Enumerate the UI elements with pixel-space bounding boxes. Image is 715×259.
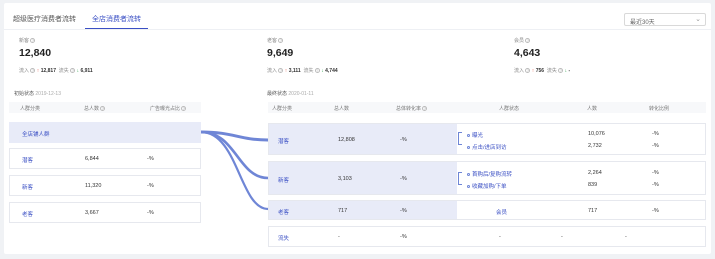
result-group-new: 新客 3,103 -% 首购后/复购流转 2,264 -% 收藏加购/下单 83… bbox=[268, 161, 706, 195]
result-group-lost: 流失 - -% - - - bbox=[268, 226, 706, 247]
status-pct: -% bbox=[652, 182, 659, 188]
status-dot-icon bbox=[467, 133, 470, 137]
col-header: 转化比例 bbox=[649, 106, 670, 112]
group-pct: -% bbox=[400, 234, 407, 240]
group-name[interactable]: 潜客 bbox=[278, 137, 289, 145]
status-pct: - bbox=[625, 234, 627, 240]
flow-line-old bbox=[200, 130, 269, 211]
group-highlight bbox=[269, 124, 457, 154]
status-pct: -% bbox=[652, 131, 659, 137]
status-item[interactable]: 收藏加购/下单 bbox=[467, 182, 507, 190]
group-name[interactable]: 新客 bbox=[278, 176, 289, 184]
status-dot-icon bbox=[467, 184, 470, 188]
group-count: 717 bbox=[338, 208, 348, 214]
final-state-date: 最终状态 2020-01-11 bbox=[267, 91, 314, 97]
status-item: - bbox=[499, 234, 501, 240]
group-pct: -% bbox=[400, 137, 407, 143]
result-group-potential: 潜客 12,808 -% 曝光 10,076 -% 点击/进店到访 2,732 … bbox=[268, 123, 706, 155]
col-header: 总体转化率 ? bbox=[396, 106, 428, 112]
help-icon[interactable]: ? bbox=[422, 106, 428, 111]
status-dot-icon bbox=[467, 145, 470, 149]
status-count: 717 bbox=[588, 208, 598, 214]
status-count: 10,076 bbox=[588, 131, 605, 137]
status-pct: -% bbox=[652, 208, 659, 214]
status-item[interactable]: 首购后/复购流转 bbox=[467, 170, 512, 178]
status-bracket bbox=[458, 172, 462, 185]
status-count: - bbox=[561, 234, 563, 240]
col-header: 总人数 bbox=[334, 106, 350, 112]
status-bracket bbox=[458, 132, 462, 145]
status-pct: -% bbox=[652, 170, 659, 176]
status-count: 839 bbox=[588, 182, 598, 188]
col-header: 人群状态 bbox=[499, 106, 520, 112]
group-highlight bbox=[269, 162, 457, 194]
main-panel: 超级医疗消费者流转 全店消费者流转 最近30天 ⌄ 新客 ? 12,840 流入… bbox=[4, 3, 711, 254]
status-dot-icon bbox=[467, 172, 470, 176]
result-group-old: 老客 717 -% 会员 717 -% bbox=[268, 200, 706, 220]
status-count: 2,264 bbox=[588, 170, 602, 176]
group-pct: -% bbox=[400, 176, 407, 182]
group-count: - bbox=[338, 234, 340, 240]
group-count: 3,103 bbox=[338, 176, 352, 182]
status-item[interactable]: 点击/进店到访 bbox=[467, 143, 507, 151]
group-name[interactable]: 流失 bbox=[278, 234, 289, 242]
status-item[interactable]: 曝光 bbox=[467, 131, 483, 139]
status-item[interactable]: 会员 bbox=[496, 208, 507, 216]
group-pct: -% bbox=[400, 208, 407, 214]
status-count: 2,732 bbox=[588, 143, 602, 149]
col-header: 人数 bbox=[587, 106, 598, 112]
status-pct: -% bbox=[652, 143, 659, 149]
group-highlight bbox=[269, 201, 457, 219]
group-name[interactable]: 老客 bbox=[278, 208, 289, 216]
group-count: 12,808 bbox=[338, 137, 355, 143]
col-header: 人群分类 bbox=[272, 106, 293, 112]
